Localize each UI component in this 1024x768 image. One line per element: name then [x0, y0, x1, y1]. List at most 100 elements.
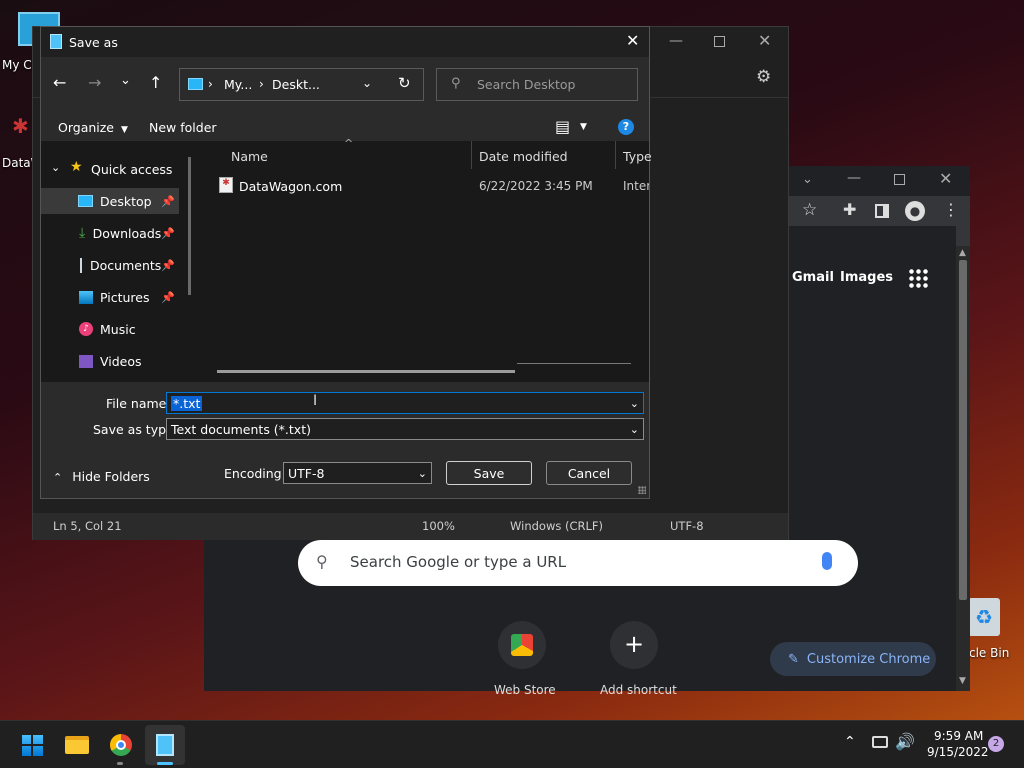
hide-folders-label: Hide Folders [72, 469, 150, 484]
side-panel-icon[interactable] [875, 204, 889, 218]
bookmark-star-icon[interactable]: ☆ [802, 200, 817, 220]
breadcrumb-separator: › [208, 77, 213, 91]
quick-access-label[interactable]: Quick access [91, 162, 172, 177]
up-arrow-icon[interactable]: ↑ [149, 73, 162, 92]
scrollbar-thumb[interactable] [959, 260, 967, 600]
recycle-bin-icon: ♻ [968, 598, 1000, 636]
file-name-label: File name: [106, 396, 171, 411]
settings-gear-icon[interactable]: ⚙ [756, 67, 771, 87]
breadcrumb-item[interactable]: Deskt... [272, 77, 320, 92]
video-icon [79, 354, 93, 368]
address-bar[interactable]: › My... › Deskt... ⌄ ↻ [179, 68, 424, 101]
nav-item-downloads[interactable]: ⤓ Downloads 📌 [41, 220, 179, 246]
scroll-down-icon[interactable]: ▼ [959, 676, 966, 686]
column-header-date[interactable]: Date modified [479, 149, 568, 164]
nav-item-documents[interactable]: Documents 📌 [41, 252, 179, 278]
nav-item-desktop[interactable]: Desktop 📌 [41, 188, 179, 214]
nav-item-music[interactable]: ♪ Music [41, 316, 179, 342]
file-name: DataWagon.com [239, 179, 343, 194]
web-store-icon [498, 621, 546, 669]
view-options-icon[interactable]: ▤ [555, 117, 570, 136]
microphone-icon[interactable] [822, 552, 832, 570]
volume-icon[interactable]: 🔊 [895, 732, 915, 751]
resize-grip-icon[interactable] [638, 486, 646, 494]
save-type-select[interactable]: Text documents (*.txt) ⌄ [166, 418, 644, 440]
search-desktop-input[interactable]: ⚲ Search Desktop [436, 68, 638, 101]
file-name-value: *.txt [171, 395, 203, 411]
view-dropdown-icon[interactable]: ▼ [580, 122, 587, 132]
nav-scrollbar-thumb[interactable] [188, 157, 191, 295]
desktop-icon-label: cle Bin [969, 646, 1010, 660]
breadcrumb-item[interactable]: My... [224, 77, 252, 92]
close-icon[interactable]: ✕ [626, 31, 639, 50]
clock-date[interactable]: 9/15/2022 [927, 745, 989, 759]
maximize-icon[interactable] [714, 36, 725, 47]
back-arrow-icon[interactable]: ← [53, 73, 66, 92]
new-folder-button[interactable]: New folder [149, 120, 217, 135]
chrome-taskbar-icon[interactable] [101, 725, 141, 765]
refresh-icon[interactable]: ↻ [398, 74, 411, 92]
minimize-icon[interactable]: — [847, 170, 861, 186]
help-icon[interactable]: ? [618, 119, 634, 135]
document-icon [80, 257, 83, 273]
chrome-scrollbar[interactable]: ▲ ▼ [956, 246, 970, 691]
music-note-icon: ♪ [79, 322, 93, 336]
network-icon[interactable] [872, 736, 888, 748]
customize-chrome-button[interactable]: ✎ Customize Chrome [770, 642, 936, 676]
file-explorer-taskbar-icon[interactable] [57, 725, 97, 765]
profile-icon[interactable]: ● [905, 201, 925, 221]
apps-grid-icon[interactable] [908, 268, 928, 288]
horizontal-scrollbar-thumb[interactable] [217, 370, 515, 373]
dropdown-caret-icon: ▼ [120, 125, 128, 135]
file-type: Intern [623, 179, 649, 193]
hide-folders-toggle[interactable]: ⌃ Hide Folders [53, 469, 150, 484]
shortcut-add[interactable]: + Add shortcut [600, 621, 678, 697]
menu-dots-icon[interactable]: ⋮ [943, 200, 959, 219]
google-search-box[interactable]: ⚲ Search Google or type a URL [298, 540, 858, 586]
column-header-name[interactable]: Name [231, 149, 268, 164]
dropdown-chevron-icon[interactable]: ⌄ [630, 423, 639, 436]
close-icon[interactable]: ✕ [939, 169, 952, 188]
clock-time[interactable]: 9:59 AM [934, 729, 983, 743]
show-hidden-icons-chevron-icon[interactable]: ⌃ [844, 734, 856, 750]
organize-button[interactable]: Organize ▼ [58, 120, 128, 135]
notepad-taskbar-icon[interactable] [145, 725, 185, 765]
nav-item-videos[interactable]: Videos [41, 348, 179, 374]
extensions-icon[interactable]: ✚ [843, 200, 856, 219]
address-dropdown-icon[interactable]: ⌄ [362, 76, 372, 90]
file-encoding: UTF-8 [670, 519, 704, 533]
windows-logo-icon [21, 734, 43, 756]
tab-search-icon[interactable]: ⌄ [802, 172, 813, 187]
shortcut-web-store[interactable]: Web Store [494, 621, 556, 697]
recent-locations-chevron-icon[interactable]: ⌄ [120, 73, 131, 88]
desktop-folder-icon [78, 195, 93, 207]
minimize-icon[interactable]: — [669, 33, 683, 49]
dropdown-chevron-icon[interactable]: ⌄ [630, 397, 639, 410]
desktop-folder-icon [188, 78, 203, 90]
search-icon: ⚲ [316, 552, 328, 571]
pictures-icon [79, 290, 93, 304]
star-icon: ★ [70, 159, 83, 175]
pin-icon: 📌 [161, 194, 175, 208]
line-ending: Windows (CRLF) [510, 519, 604, 533]
save-button[interactable]: Save [446, 461, 532, 485]
pin-icon: 📌 [161, 290, 175, 304]
maximize-icon[interactable] [894, 174, 905, 185]
nav-item-pictures[interactable]: Pictures 📌 [41, 284, 179, 310]
cancel-button[interactable]: Cancel [546, 461, 632, 485]
forward-arrow-icon[interactable]: → [88, 73, 101, 92]
nav-item-label: Downloads [92, 225, 162, 241]
scroll-up-icon[interactable]: ▲ [959, 248, 966, 258]
dropdown-chevron-icon[interactable]: ⌄ [418, 467, 427, 480]
start-button[interactable] [12, 725, 52, 765]
images-link[interactable]: Images [840, 270, 893, 285]
column-header-type[interactable]: Type [623, 149, 652, 164]
close-icon[interactable]: ✕ [758, 31, 771, 50]
file-name-input[interactable]: *.txt I ⌄ [166, 392, 644, 414]
notification-badge[interactable]: 2 [988, 736, 1004, 752]
gmail-link[interactable]: Gmail [792, 270, 834, 285]
file-row[interactable]: ✱ DataWagon.com 6/22/2022 3:45 PM Intern [199, 173, 649, 197]
quick-access-expand-icon[interactable]: ⌄ [51, 161, 60, 174]
encoding-select[interactable]: UTF-8 ⌄ [283, 462, 432, 484]
text-cursor-icon: I [313, 393, 318, 409]
